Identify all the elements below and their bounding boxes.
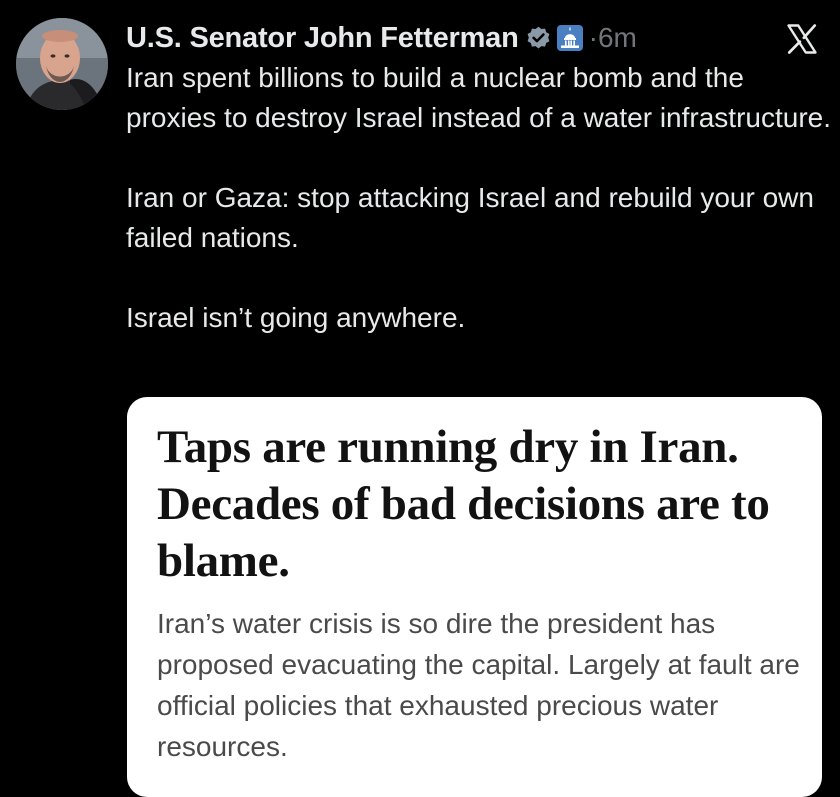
tweet-paragraph: Iran spent billions to build a nuclear b… <box>126 62 831 133</box>
article-headline: Taps are running dry in Iran. Decades of… <box>157 421 770 587</box>
tweet-header: U.S. Senator John Fetterman · 6m <box>126 18 820 58</box>
time-separator: · <box>588 22 598 53</box>
tweet-text: Iran spent billions to build a nuclear b… <box>126 58 832 338</box>
article-summary: Iran’s water crisis is so dire the presi… <box>157 608 800 762</box>
verified-badge-icon <box>527 26 550 49</box>
tweet-paragraph: Iran or Gaza: stop attacking Israel and … <box>126 182 814 253</box>
capitol-building-icon <box>556 25 583 51</box>
avatar-photo <box>16 18 108 110</box>
timestamp[interactable]: 6m <box>598 22 637 54</box>
x-logo-icon <box>787 24 817 54</box>
avatar[interactable] <box>16 18 108 110</box>
author-name[interactable]: U.S. Senator John Fetterman <box>126 22 519 55</box>
article-card[interactable]: Taps are running dry in Iran. Decades of… <box>127 397 822 797</box>
tweet-paragraph: Israel isn’t going anywhere. <box>126 302 466 333</box>
